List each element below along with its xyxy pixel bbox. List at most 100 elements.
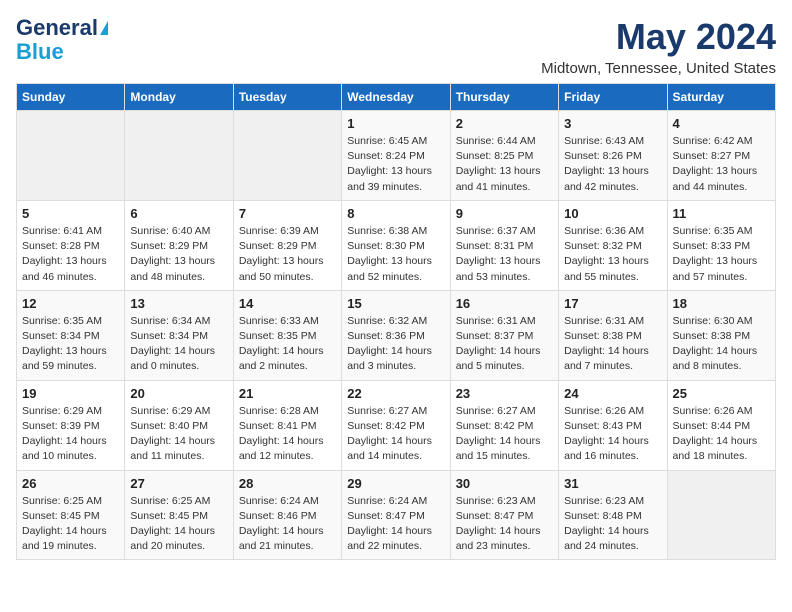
calendar-cell: 18 Sunrise: 6:30 AMSunset: 8:38 PMDaylig… bbox=[667, 290, 775, 380]
day-number: 20 bbox=[130, 386, 227, 401]
day-info: Sunrise: 6:24 AMSunset: 8:47 PMDaylight:… bbox=[347, 495, 432, 553]
day-info: Sunrise: 6:42 AMSunset: 8:27 PMDaylight:… bbox=[673, 135, 758, 193]
day-info: Sunrise: 6:29 AMSunset: 8:39 PMDaylight:… bbox=[22, 405, 107, 463]
calendar-cell: 25 Sunrise: 6:26 AMSunset: 8:44 PMDaylig… bbox=[667, 380, 775, 470]
calendar-cell: 2 Sunrise: 6:44 AMSunset: 8:25 PMDayligh… bbox=[450, 111, 558, 201]
calendar-cell: 1 Sunrise: 6:45 AMSunset: 8:24 PMDayligh… bbox=[342, 111, 450, 201]
day-info: Sunrise: 6:29 AMSunset: 8:40 PMDaylight:… bbox=[130, 405, 215, 463]
calendar-cell: 28 Sunrise: 6:24 AMSunset: 8:46 PMDaylig… bbox=[233, 470, 341, 560]
day-number: 27 bbox=[130, 476, 227, 491]
calendar-cell: 19 Sunrise: 6:29 AMSunset: 8:39 PMDaylig… bbox=[17, 380, 125, 470]
calendar-cell: 7 Sunrise: 6:39 AMSunset: 8:29 PMDayligh… bbox=[233, 200, 341, 290]
day-info: Sunrise: 6:31 AMSunset: 8:38 PMDaylight:… bbox=[564, 315, 649, 373]
calendar-week-row: 5 Sunrise: 6:41 AMSunset: 8:28 PMDayligh… bbox=[17, 200, 776, 290]
calendar-week-row: 19 Sunrise: 6:29 AMSunset: 8:39 PMDaylig… bbox=[17, 380, 776, 470]
weekday-header-thursday: Thursday bbox=[450, 84, 558, 111]
weekday-header-friday: Friday bbox=[559, 84, 667, 111]
day-info: Sunrise: 6:36 AMSunset: 8:32 PMDaylight:… bbox=[564, 225, 649, 283]
calendar-cell: 15 Sunrise: 6:32 AMSunset: 8:36 PMDaylig… bbox=[342, 290, 450, 380]
calendar-cell: 10 Sunrise: 6:36 AMSunset: 8:32 PMDaylig… bbox=[559, 200, 667, 290]
day-info: Sunrise: 6:44 AMSunset: 8:25 PMDaylight:… bbox=[456, 135, 541, 193]
calendar-cell: 24 Sunrise: 6:26 AMSunset: 8:43 PMDaylig… bbox=[559, 380, 667, 470]
day-info: Sunrise: 6:27 AMSunset: 8:42 PMDaylight:… bbox=[456, 405, 541, 463]
weekday-header-tuesday: Tuesday bbox=[233, 84, 341, 111]
day-info: Sunrise: 6:37 AMSunset: 8:31 PMDaylight:… bbox=[456, 225, 541, 283]
calendar-cell: 13 Sunrise: 6:34 AMSunset: 8:34 PMDaylig… bbox=[125, 290, 233, 380]
day-number: 11 bbox=[673, 206, 770, 221]
calendar-week-row: 12 Sunrise: 6:35 AMSunset: 8:34 PMDaylig… bbox=[17, 290, 776, 380]
day-info: Sunrise: 6:35 AMSunset: 8:33 PMDaylight:… bbox=[673, 225, 758, 283]
title-block: May 2024 Midtown, Tennessee, United Stat… bbox=[541, 16, 776, 77]
day-info: Sunrise: 6:26 AMSunset: 8:43 PMDaylight:… bbox=[564, 405, 649, 463]
calendar-cell: 30 Sunrise: 6:23 AMSunset: 8:47 PMDaylig… bbox=[450, 470, 558, 560]
calendar-cell: 5 Sunrise: 6:41 AMSunset: 8:28 PMDayligh… bbox=[17, 200, 125, 290]
day-number: 29 bbox=[347, 476, 444, 491]
day-info: Sunrise: 6:43 AMSunset: 8:26 PMDaylight:… bbox=[564, 135, 649, 193]
logo-triangle-icon bbox=[100, 21, 108, 35]
day-number: 8 bbox=[347, 206, 444, 221]
day-info: Sunrise: 6:26 AMSunset: 8:44 PMDaylight:… bbox=[673, 405, 758, 463]
weekday-header-row: SundayMondayTuesdayWednesdayThursdayFrid… bbox=[17, 84, 776, 111]
day-info: Sunrise: 6:23 AMSunset: 8:48 PMDaylight:… bbox=[564, 495, 649, 553]
calendar-cell: 3 Sunrise: 6:43 AMSunset: 8:26 PMDayligh… bbox=[559, 111, 667, 201]
day-number: 26 bbox=[22, 476, 119, 491]
calendar-cell bbox=[125, 111, 233, 201]
day-number: 6 bbox=[130, 206, 227, 221]
day-info: Sunrise: 6:30 AMSunset: 8:38 PMDaylight:… bbox=[673, 315, 758, 373]
day-info: Sunrise: 6:28 AMSunset: 8:41 PMDaylight:… bbox=[239, 405, 324, 463]
calendar-cell: 22 Sunrise: 6:27 AMSunset: 8:42 PMDaylig… bbox=[342, 380, 450, 470]
day-number: 5 bbox=[22, 206, 119, 221]
calendar-cell: 21 Sunrise: 6:28 AMSunset: 8:41 PMDaylig… bbox=[233, 380, 341, 470]
logo: General Blue bbox=[16, 16, 108, 64]
day-number: 4 bbox=[673, 116, 770, 131]
calendar-cell: 12 Sunrise: 6:35 AMSunset: 8:34 PMDaylig… bbox=[17, 290, 125, 380]
day-info: Sunrise: 6:27 AMSunset: 8:42 PMDaylight:… bbox=[347, 405, 432, 463]
calendar-cell bbox=[667, 470, 775, 560]
day-info: Sunrise: 6:23 AMSunset: 8:47 PMDaylight:… bbox=[456, 495, 541, 553]
day-number: 30 bbox=[456, 476, 553, 491]
day-number: 12 bbox=[22, 296, 119, 311]
calendar-cell: 9 Sunrise: 6:37 AMSunset: 8:31 PMDayligh… bbox=[450, 200, 558, 290]
day-number: 15 bbox=[347, 296, 444, 311]
day-info: Sunrise: 6:39 AMSunset: 8:29 PMDaylight:… bbox=[239, 225, 324, 283]
calendar-cell: 23 Sunrise: 6:27 AMSunset: 8:42 PMDaylig… bbox=[450, 380, 558, 470]
day-info: Sunrise: 6:40 AMSunset: 8:29 PMDaylight:… bbox=[130, 225, 215, 283]
calendar-cell: 8 Sunrise: 6:38 AMSunset: 8:30 PMDayligh… bbox=[342, 200, 450, 290]
main-title: May 2024 bbox=[541, 16, 776, 58]
day-number: 17 bbox=[564, 296, 661, 311]
day-info: Sunrise: 6:31 AMSunset: 8:37 PMDaylight:… bbox=[456, 315, 541, 373]
subtitle: Midtown, Tennessee, United States bbox=[541, 60, 776, 77]
day-number: 9 bbox=[456, 206, 553, 221]
logo-text-blue: Blue bbox=[16, 40, 64, 64]
calendar-cell: 17 Sunrise: 6:31 AMSunset: 8:38 PMDaylig… bbox=[559, 290, 667, 380]
day-number: 25 bbox=[673, 386, 770, 401]
day-number: 21 bbox=[239, 386, 336, 401]
calendar-cell: 6 Sunrise: 6:40 AMSunset: 8:29 PMDayligh… bbox=[125, 200, 233, 290]
day-number: 16 bbox=[456, 296, 553, 311]
weekday-header-monday: Monday bbox=[125, 84, 233, 111]
logo-text-general: General bbox=[16, 16, 98, 40]
calendar-cell: 20 Sunrise: 6:29 AMSunset: 8:40 PMDaylig… bbox=[125, 380, 233, 470]
calendar-cell: 4 Sunrise: 6:42 AMSunset: 8:27 PMDayligh… bbox=[667, 111, 775, 201]
day-number: 2 bbox=[456, 116, 553, 131]
weekday-header-wednesday: Wednesday bbox=[342, 84, 450, 111]
weekday-header-sunday: Sunday bbox=[17, 84, 125, 111]
calendar-week-row: 1 Sunrise: 6:45 AMSunset: 8:24 PMDayligh… bbox=[17, 111, 776, 201]
calendar-cell bbox=[17, 111, 125, 201]
day-number: 19 bbox=[22, 386, 119, 401]
calendar-cell: 29 Sunrise: 6:24 AMSunset: 8:47 PMDaylig… bbox=[342, 470, 450, 560]
calendar-cell: 26 Sunrise: 6:25 AMSunset: 8:45 PMDaylig… bbox=[17, 470, 125, 560]
weekday-header-saturday: Saturday bbox=[667, 84, 775, 111]
calendar-table: SundayMondayTuesdayWednesdayThursdayFrid… bbox=[16, 83, 776, 560]
calendar-week-row: 26 Sunrise: 6:25 AMSunset: 8:45 PMDaylig… bbox=[17, 470, 776, 560]
calendar-cell: 16 Sunrise: 6:31 AMSunset: 8:37 PMDaylig… bbox=[450, 290, 558, 380]
day-info: Sunrise: 6:32 AMSunset: 8:36 PMDaylight:… bbox=[347, 315, 432, 373]
day-info: Sunrise: 6:38 AMSunset: 8:30 PMDaylight:… bbox=[347, 225, 432, 283]
day-info: Sunrise: 6:41 AMSunset: 8:28 PMDaylight:… bbox=[22, 225, 107, 283]
day-info: Sunrise: 6:25 AMSunset: 8:45 PMDaylight:… bbox=[130, 495, 215, 553]
calendar-cell: 11 Sunrise: 6:35 AMSunset: 8:33 PMDaylig… bbox=[667, 200, 775, 290]
day-number: 31 bbox=[564, 476, 661, 491]
calendar-cell: 27 Sunrise: 6:25 AMSunset: 8:45 PMDaylig… bbox=[125, 470, 233, 560]
day-number: 1 bbox=[347, 116, 444, 131]
day-info: Sunrise: 6:33 AMSunset: 8:35 PMDaylight:… bbox=[239, 315, 324, 373]
